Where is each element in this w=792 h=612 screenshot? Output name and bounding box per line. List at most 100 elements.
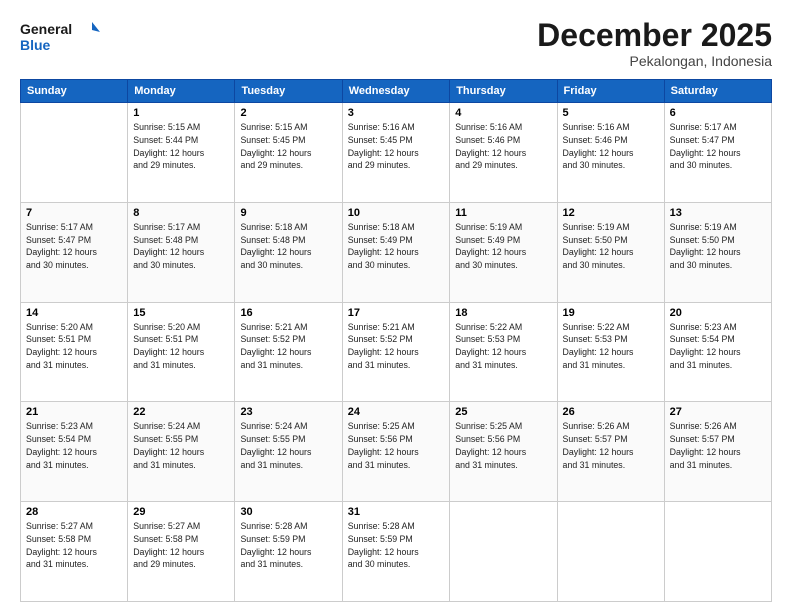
day-info: Sunrise: 5:18 AM Sunset: 5:49 PM Dayligh… — [348, 221, 445, 272]
day-info: Sunrise: 5:26 AM Sunset: 5:57 PM Dayligh… — [563, 420, 659, 471]
location: Pekalongan, Indonesia — [537, 53, 772, 69]
day-cell: 12 Sunrise: 5:19 AM Sunset: 5:50 PM Dayli… — [557, 202, 664, 302]
day-cell: 30 Sunrise: 5:28 AM Sunset: 5:59 PM Dayli… — [235, 502, 342, 602]
day-cell: 27 Sunrise: 5:26 AM Sunset: 5:57 PM Dayli… — [664, 402, 771, 502]
day-info: Sunrise: 5:28 AM Sunset: 5:59 PM Dayligh… — [348, 520, 445, 571]
day-number: 13 — [670, 207, 766, 219]
day-cell: 1Sunrise: 5:15 AM Sunset: 5:44 PM Daylig… — [128, 103, 235, 203]
day-info: Sunrise: 5:16 AM Sunset: 5:46 PM Dayligh… — [563, 121, 659, 172]
day-cell: 19 Sunrise: 5:22 AM Sunset: 5:53 PM Dayli… — [557, 302, 664, 402]
col-thursday: Thursday — [450, 80, 557, 103]
col-wednesday: Wednesday — [342, 80, 450, 103]
day-number: 19 — [563, 307, 659, 319]
day-number: 10 — [348, 207, 445, 219]
day-info: Sunrise: 5:27 AM Sunset: 5:58 PM Dayligh… — [133, 520, 229, 571]
header-row: Sunday Monday Tuesday Wednesday Thursday… — [21, 80, 772, 103]
day-cell: 14 Sunrise: 5:20 AM Sunset: 5:51 PM Dayli… — [21, 302, 128, 402]
day-info: Sunrise: 5:16 AM Sunset: 5:46 PM Dayligh… — [455, 121, 551, 172]
day-info: Sunrise: 5:21 AM Sunset: 5:52 PM Dayligh… — [348, 321, 445, 372]
col-saturday: Saturday — [664, 80, 771, 103]
day-info: Sunrise: 5:19 AM Sunset: 5:50 PM Dayligh… — [563, 221, 659, 272]
week-row-3: 14 Sunrise: 5:20 AM Sunset: 5:51 PM Dayli… — [21, 302, 772, 402]
day-cell: 8 Sunrise: 5:17 AM Sunset: 5:48 PM Daylig… — [128, 202, 235, 302]
day-number: 23 — [240, 406, 336, 418]
day-number: 18 — [455, 307, 551, 319]
logo: General Blue — [20, 18, 100, 54]
day-number: 6 — [670, 107, 766, 119]
day-info: Sunrise: 5:20 AM Sunset: 5:51 PM Dayligh… — [26, 321, 122, 372]
day-info: Sunrise: 5:22 AM Sunset: 5:53 PM Dayligh… — [455, 321, 551, 372]
day-number: 5 — [563, 107, 659, 119]
day-number: 9 — [240, 207, 336, 219]
svg-text:Blue: Blue — [20, 37, 51, 53]
day-number: 26 — [563, 406, 659, 418]
day-info: Sunrise: 5:24 AM Sunset: 5:55 PM Dayligh… — [240, 420, 336, 471]
day-info: Sunrise: 5:19 AM Sunset: 5:50 PM Dayligh… — [670, 221, 766, 272]
page: General Blue December 2025 Pekalongan, I… — [0, 0, 792, 612]
day-cell: 22Sunrise: 5:24 AM Sunset: 5:55 PM Dayli… — [128, 402, 235, 502]
day-cell: 18 Sunrise: 5:22 AM Sunset: 5:53 PM Dayli… — [450, 302, 557, 402]
day-info: Sunrise: 5:19 AM Sunset: 5:49 PM Dayligh… — [455, 221, 551, 272]
day-info: Sunrise: 5:24 AM Sunset: 5:55 PM Dayligh… — [133, 420, 229, 471]
day-number: 31 — [348, 506, 445, 518]
month-title: December 2025 — [537, 18, 772, 53]
day-number: 12 — [563, 207, 659, 219]
day-info: Sunrise: 5:17 AM Sunset: 5:47 PM Dayligh… — [670, 121, 766, 172]
day-cell: 29 Sunrise: 5:27 AM Sunset: 5:58 PM Dayli… — [128, 502, 235, 602]
day-number: 2 — [240, 107, 336, 119]
day-info: Sunrise: 5:21 AM Sunset: 5:52 PM Dayligh… — [240, 321, 336, 372]
day-info: Sunrise: 5:15 AM Sunset: 5:44 PM Dayligh… — [133, 121, 229, 172]
day-cell: 7Sunrise: 5:17 AM Sunset: 5:47 PM Daylig… — [21, 202, 128, 302]
day-info: Sunrise: 5:25 AM Sunset: 5:56 PM Dayligh… — [455, 420, 551, 471]
day-number: 7 — [26, 207, 122, 219]
week-row-2: 7Sunrise: 5:17 AM Sunset: 5:47 PM Daylig… — [21, 202, 772, 302]
day-info: Sunrise: 5:26 AM Sunset: 5:57 PM Dayligh… — [670, 420, 766, 471]
day-cell: 26 Sunrise: 5:26 AM Sunset: 5:57 PM Dayli… — [557, 402, 664, 502]
day-cell: 24Sunrise: 5:25 AM Sunset: 5:56 PM Dayli… — [342, 402, 450, 502]
day-cell — [557, 502, 664, 602]
day-cell: 4 Sunrise: 5:16 AM Sunset: 5:46 PM Daylig… — [450, 103, 557, 203]
day-cell: 31 Sunrise: 5:28 AM Sunset: 5:59 PM Dayli… — [342, 502, 450, 602]
day-info: Sunrise: 5:15 AM Sunset: 5:45 PM Dayligh… — [240, 121, 336, 172]
day-cell — [450, 502, 557, 602]
day-info: Sunrise: 5:17 AM Sunset: 5:48 PM Dayligh… — [133, 221, 229, 272]
day-cell — [664, 502, 771, 602]
day-cell: 6 Sunrise: 5:17 AM Sunset: 5:47 PM Daylig… — [664, 103, 771, 203]
day-number: 14 — [26, 307, 122, 319]
day-cell: 25Sunrise: 5:25 AM Sunset: 5:56 PM Dayli… — [450, 402, 557, 502]
day-info: Sunrise: 5:22 AM Sunset: 5:53 PM Dayligh… — [563, 321, 659, 372]
day-info: Sunrise: 5:27 AM Sunset: 5:58 PM Dayligh… — [26, 520, 122, 571]
day-number: 4 — [455, 107, 551, 119]
day-info: Sunrise: 5:23 AM Sunset: 5:54 PM Dayligh… — [26, 420, 122, 471]
day-number: 29 — [133, 506, 229, 518]
col-friday: Friday — [557, 80, 664, 103]
day-cell — [21, 103, 128, 203]
day-cell: 13 Sunrise: 5:19 AM Sunset: 5:50 PM Dayli… — [664, 202, 771, 302]
day-cell: 2 Sunrise: 5:15 AM Sunset: 5:45 PM Daylig… — [235, 103, 342, 203]
day-number: 21 — [26, 406, 122, 418]
svg-text:General: General — [20, 21, 72, 37]
day-number: 24 — [348, 406, 445, 418]
day-number: 17 — [348, 307, 445, 319]
day-cell: 23 Sunrise: 5:24 AM Sunset: 5:55 PM Dayli… — [235, 402, 342, 502]
day-cell: 9 Sunrise: 5:18 AM Sunset: 5:48 PM Daylig… — [235, 202, 342, 302]
day-number: 8 — [133, 207, 229, 219]
title-block: December 2025 Pekalongan, Indonesia — [537, 18, 772, 69]
week-row-5: 28Sunrise: 5:27 AM Sunset: 5:58 PM Dayli… — [21, 502, 772, 602]
day-cell: 16 Sunrise: 5:21 AM Sunset: 5:52 PM Dayli… — [235, 302, 342, 402]
logo-icon: General Blue — [20, 18, 100, 54]
day-cell: 10 Sunrise: 5:18 AM Sunset: 5:49 PM Dayli… — [342, 202, 450, 302]
day-number: 16 — [240, 307, 336, 319]
col-monday: Monday — [128, 80, 235, 103]
day-number: 30 — [240, 506, 336, 518]
day-number: 27 — [670, 406, 766, 418]
day-info: Sunrise: 5:18 AM Sunset: 5:48 PM Dayligh… — [240, 221, 336, 272]
day-info: Sunrise: 5:28 AM Sunset: 5:59 PM Dayligh… — [240, 520, 336, 571]
col-tuesday: Tuesday — [235, 80, 342, 103]
day-info: Sunrise: 5:20 AM Sunset: 5:51 PM Dayligh… — [133, 321, 229, 372]
day-cell: 5 Sunrise: 5:16 AM Sunset: 5:46 PM Daylig… — [557, 103, 664, 203]
day-info: Sunrise: 5:16 AM Sunset: 5:45 PM Dayligh… — [348, 121, 445, 172]
day-cell: 3Sunrise: 5:16 AM Sunset: 5:45 PM Daylig… — [342, 103, 450, 203]
day-info: Sunrise: 5:23 AM Sunset: 5:54 PM Dayligh… — [670, 321, 766, 372]
day-cell: 17 Sunrise: 5:21 AM Sunset: 5:52 PM Dayli… — [342, 302, 450, 402]
